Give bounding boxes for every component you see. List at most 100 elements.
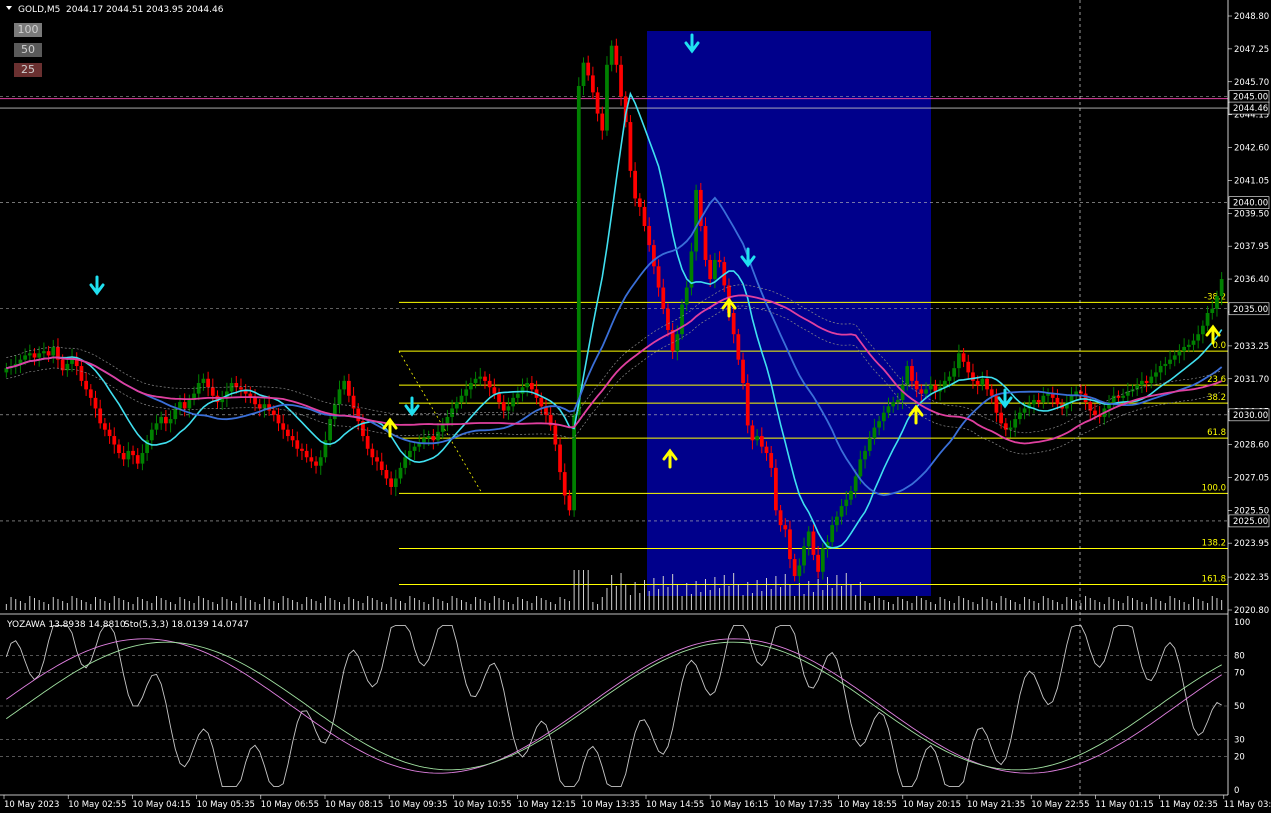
candle-body xyxy=(1154,372,1158,377)
session-highlight-box xyxy=(647,31,931,596)
candle-body xyxy=(426,436,431,439)
candle-body xyxy=(131,450,135,456)
candle-body xyxy=(966,361,971,373)
candle-body xyxy=(745,383,750,426)
candle-body xyxy=(314,461,318,466)
price-tick-label: 2022.35 xyxy=(1234,573,1269,583)
chart-canvas[interactable]: -38.20.023.638.261.8100.0138.2161.8 2048… xyxy=(0,0,1271,813)
candle-body xyxy=(600,113,605,131)
indicator-axis-label: 80 xyxy=(1234,652,1245,662)
indicator-axis-label: 0 xyxy=(1234,786,1239,796)
candle-body xyxy=(478,376,483,379)
candle-body xyxy=(928,385,933,390)
candle-body xyxy=(384,469,389,479)
candle-body xyxy=(121,453,126,460)
price-tag-label: 2035.00 xyxy=(1233,305,1268,315)
candle-body xyxy=(337,389,342,405)
candle-body xyxy=(708,259,713,280)
indicator-axis-label: 20 xyxy=(1234,752,1245,762)
time-tick-label: 10 May 13:35 xyxy=(582,800,640,810)
candle-body xyxy=(558,444,562,473)
candle-body xyxy=(591,75,595,93)
candle-body xyxy=(290,436,295,441)
time-tick-label: 10 May 17:35 xyxy=(774,800,832,810)
candle-body xyxy=(952,368,957,377)
candle-body xyxy=(666,308,670,330)
time-tick-label: 10 May 05:35 xyxy=(197,800,255,810)
price-tick-label: 2042.60 xyxy=(1234,144,1269,154)
candle-body xyxy=(445,416,450,424)
price-tag-label: 2025.00 xyxy=(1233,517,1268,527)
price-tag-label: 2030.00 xyxy=(1233,411,1268,421)
candle-body xyxy=(853,476,858,492)
candle-body xyxy=(1140,380,1144,386)
candle-body xyxy=(1219,279,1224,297)
candle-body xyxy=(154,423,159,430)
candle-body xyxy=(628,122,633,171)
candle-body xyxy=(492,387,497,394)
candle-body xyxy=(774,467,778,511)
time-tick-label: 10 May 04:15 xyxy=(132,800,190,810)
candle-body xyxy=(393,478,398,487)
fib-level-label: 61.8 xyxy=(1207,428,1226,438)
candle-body xyxy=(1168,359,1172,364)
candle-body xyxy=(182,402,187,409)
candle-body xyxy=(1158,366,1163,373)
zoom-button-50[interactable]: 50 xyxy=(14,43,42,57)
candle-body xyxy=(210,387,215,396)
candle-body xyxy=(356,408,361,422)
candle-body xyxy=(365,436,370,449)
candle-body xyxy=(46,351,51,356)
time-tick-label: 10 May 14:55 xyxy=(646,800,704,810)
price-tick-label: 2048.80 xyxy=(1234,12,1269,22)
candle-body xyxy=(436,431,440,441)
candle-body xyxy=(487,380,492,388)
candle-body xyxy=(398,467,403,479)
candle-body xyxy=(168,419,173,424)
candle-body xyxy=(961,353,966,362)
candle-body xyxy=(1205,313,1210,326)
candle-body xyxy=(93,397,98,409)
candle-body xyxy=(159,416,164,424)
time-tick-label: 11 May 03:5 xyxy=(1224,800,1271,810)
candle-body xyxy=(408,450,412,458)
candle-body xyxy=(525,383,530,388)
candle-body xyxy=(98,408,103,424)
price-tick-label: 2045.70 xyxy=(1234,78,1269,88)
candle-body xyxy=(947,376,952,381)
time-tick-label: 10 May 16:15 xyxy=(710,800,768,810)
candle-body xyxy=(276,414,281,424)
price-tick-label: 2028.60 xyxy=(1234,441,1269,451)
candle-body xyxy=(1196,334,1201,341)
candle-body xyxy=(919,389,924,394)
price-tag-label: 2045.00 xyxy=(1233,93,1268,103)
candle-body xyxy=(117,444,121,454)
candle-body xyxy=(506,406,511,411)
candle-body xyxy=(318,457,323,466)
price-tick-label: 2027.05 xyxy=(1234,473,1269,483)
zoom-button-25[interactable]: 25 xyxy=(14,63,42,77)
time-tick-label: 10 May 12:15 xyxy=(518,800,576,810)
candle-body xyxy=(914,380,919,390)
candle-body xyxy=(576,86,581,415)
candle-body xyxy=(140,453,145,464)
candle-body xyxy=(820,548,825,572)
candle-body xyxy=(42,351,46,354)
candle-body xyxy=(1032,399,1036,405)
candle-body xyxy=(595,92,600,114)
fib-level-label: 161.8 xyxy=(1202,575,1226,585)
price-tick-label: 2023.95 xyxy=(1234,539,1269,549)
indicator-label: YOZAWA 13.8938 14.8810 xyxy=(6,620,126,630)
candle-body xyxy=(511,397,515,407)
candle-body xyxy=(286,429,290,437)
candle-body xyxy=(985,378,989,390)
candle-body xyxy=(107,429,112,437)
price-tick-label: 2033.25 xyxy=(1234,342,1269,352)
zoom-button-100[interactable]: 100 xyxy=(14,23,42,37)
candle-body xyxy=(173,408,178,420)
candle-body xyxy=(229,383,234,392)
time-tick-label: 10 May 10:55 xyxy=(453,800,511,810)
candle-body xyxy=(201,378,206,384)
candle-body xyxy=(1013,419,1018,428)
candle-body xyxy=(957,353,961,369)
